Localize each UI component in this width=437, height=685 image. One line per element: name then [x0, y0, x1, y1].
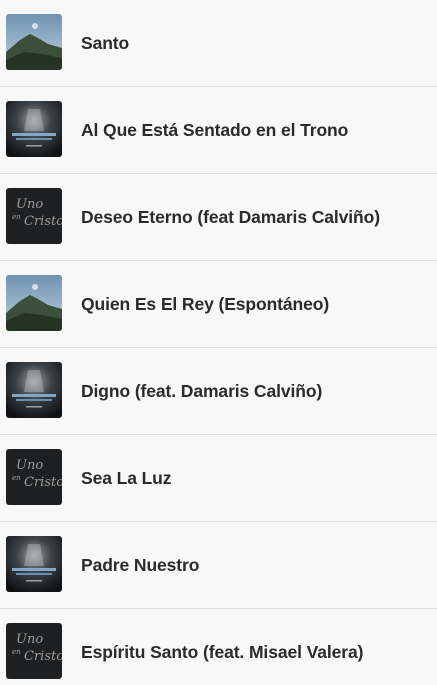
track-title: Quien Es El Rey (Espontáneo) [81, 293, 330, 314]
track-title: Deseo Eterno (feat Damaris Calviño) [81, 206, 380, 227]
album-cover-live [6, 536, 62, 592]
track-row[interactable]: Santo [0, 0, 437, 87]
track-title: Santo [81, 32, 130, 53]
cover-text: Cristo [24, 214, 62, 229]
track-row[interactable]: Uno en Cristo Deseo Eterno (feat Damaris… [0, 174, 437, 261]
album-cover-mountain [6, 275, 62, 331]
track-row[interactable]: Quien Es El Rey (Espontáneo) [0, 261, 437, 348]
cover-text: en [12, 213, 21, 221]
album-cover-uno-en-cristo: Uno en Cristo [6, 188, 62, 244]
cover-text: Uno [16, 632, 43, 647]
track-title: Digno (feat. Damaris Calviño) [81, 380, 323, 401]
cover-text: en [12, 474, 21, 482]
track-title: Sea La Luz [81, 467, 172, 488]
track-row[interactable]: Al Que Está Sentado en el Trono [0, 87, 437, 174]
track-row[interactable]: Digno (feat. Damaris Calviño) [0, 348, 437, 435]
cover-text: Cristo [24, 475, 62, 490]
album-cover-live [6, 101, 62, 157]
cover-text: en [12, 648, 21, 656]
cover-text: Uno [16, 458, 43, 473]
track-title: Espíritu Santo (feat. Misael Valera) [81, 641, 364, 662]
track-title: Padre Nuestro [81, 554, 200, 575]
album-cover-mountain [6, 14, 62, 70]
track-row[interactable]: Padre Nuestro [0, 522, 437, 609]
album-cover-live [6, 362, 62, 418]
cover-text: Uno [16, 197, 43, 212]
track-row[interactable]: Uno en Cristo Espíritu Santo (feat. Misa… [0, 609, 437, 685]
track-title: Al Que Está Sentado en el Trono [81, 119, 349, 140]
album-cover-uno-en-cristo: Uno en Cristo [6, 623, 62, 679]
cover-text: Cristo [24, 649, 62, 664]
album-cover-uno-en-cristo: Uno en Cristo [6, 449, 62, 505]
track-list: Santo Al Que Está Sentado en el Trono Un… [0, 0, 437, 685]
track-row[interactable]: Uno en Cristo Sea La Luz [0, 435, 437, 522]
